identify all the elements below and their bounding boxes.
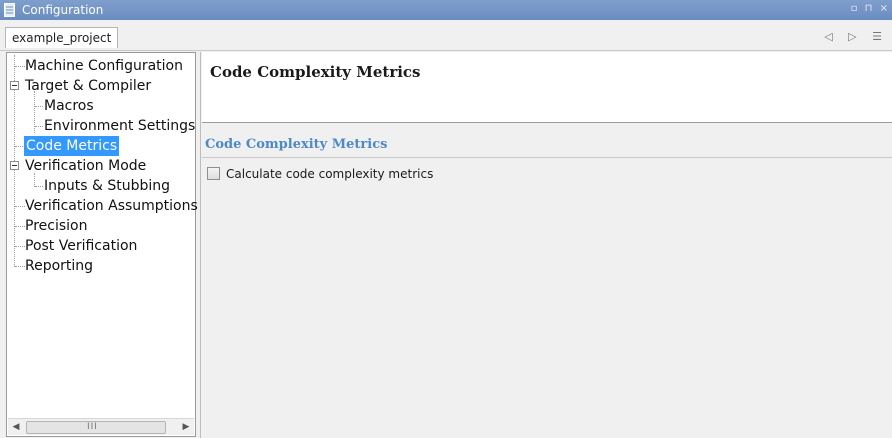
content-header: Code Complexity Metrics — [202, 52, 892, 123]
tree-item-macros[interactable]: Macros — [44, 96, 94, 116]
tree-connector — [15, 246, 25, 247]
tree-connector — [35, 186, 43, 187]
document-icon — [4, 3, 15, 17]
scrollbar-thumb[interactable]: III — [26, 421, 166, 434]
tree-item-environment-settings[interactable]: Environment Settings — [44, 116, 195, 136]
project-tab-bar: example_project ◁ ▷ ☰ — [0, 20, 892, 51]
tree-connector — [15, 266, 25, 267]
tree-connector — [15, 66, 25, 67]
page-title: Code Complexity Metrics — [210, 63, 421, 81]
configuration-tree: Machine Configuration Target & Compiler … — [6, 52, 198, 437]
scrollbar-grip: III — [87, 422, 98, 432]
section-divider — [202, 157, 892, 158]
scroll-right-arrow-icon[interactable]: ▶ — [178, 419, 194, 435]
splitter[interactable] — [200, 52, 201, 438]
tree-item-verification-mode[interactable]: Verification Mode — [25, 156, 146, 176]
tree-item-verification-assumptions[interactable]: Verification Assumptions — [25, 196, 198, 216]
tree-connector — [35, 106, 43, 107]
tab-navigation-arrows[interactable]: ◁ ▷ ☰ — [824, 30, 888, 43]
tree-item-code-metrics[interactable]: Code Metrics — [24, 136, 120, 156]
section-title: Code Complexity Metrics — [205, 137, 388, 152]
window-titlebar: Configuration ▫ ⊓ × — [0, 0, 892, 20]
collapse-icon[interactable] — [10, 161, 19, 170]
window-controls[interactable]: ▫ ⊓ × — [851, 3, 890, 14]
tree-connector — [35, 126, 43, 127]
calculate-metrics-checkbox[interactable] — [207, 167, 220, 180]
tree-connector — [15, 226, 25, 227]
tree-item-target-compiler[interactable]: Target & Compiler — [25, 76, 151, 96]
scroll-left-arrow-icon[interactable]: ◀ — [8, 419, 24, 435]
tree-item-inputs-stubbing[interactable]: Inputs & Stubbing — [44, 176, 170, 196]
calculate-metrics-label[interactable]: Calculate code complexity metrics — [226, 166, 433, 182]
tree-horizontal-scrollbar[interactable]: ◀ III ▶ — [8, 418, 194, 435]
tree-item-post-verification[interactable]: Post Verification — [25, 236, 137, 256]
window-title: Configuration — [22, 3, 104, 17]
tree-connector — [15, 206, 25, 207]
collapse-icon[interactable] — [10, 81, 19, 90]
tab-example-project[interactable]: example_project — [5, 27, 119, 48]
tree-item-machine-configuration[interactable]: Machine Configuration — [25, 56, 183, 76]
tree-item-reporting[interactable]: Reporting — [25, 256, 93, 276]
tree-item-precision[interactable]: Precision — [25, 216, 87, 236]
